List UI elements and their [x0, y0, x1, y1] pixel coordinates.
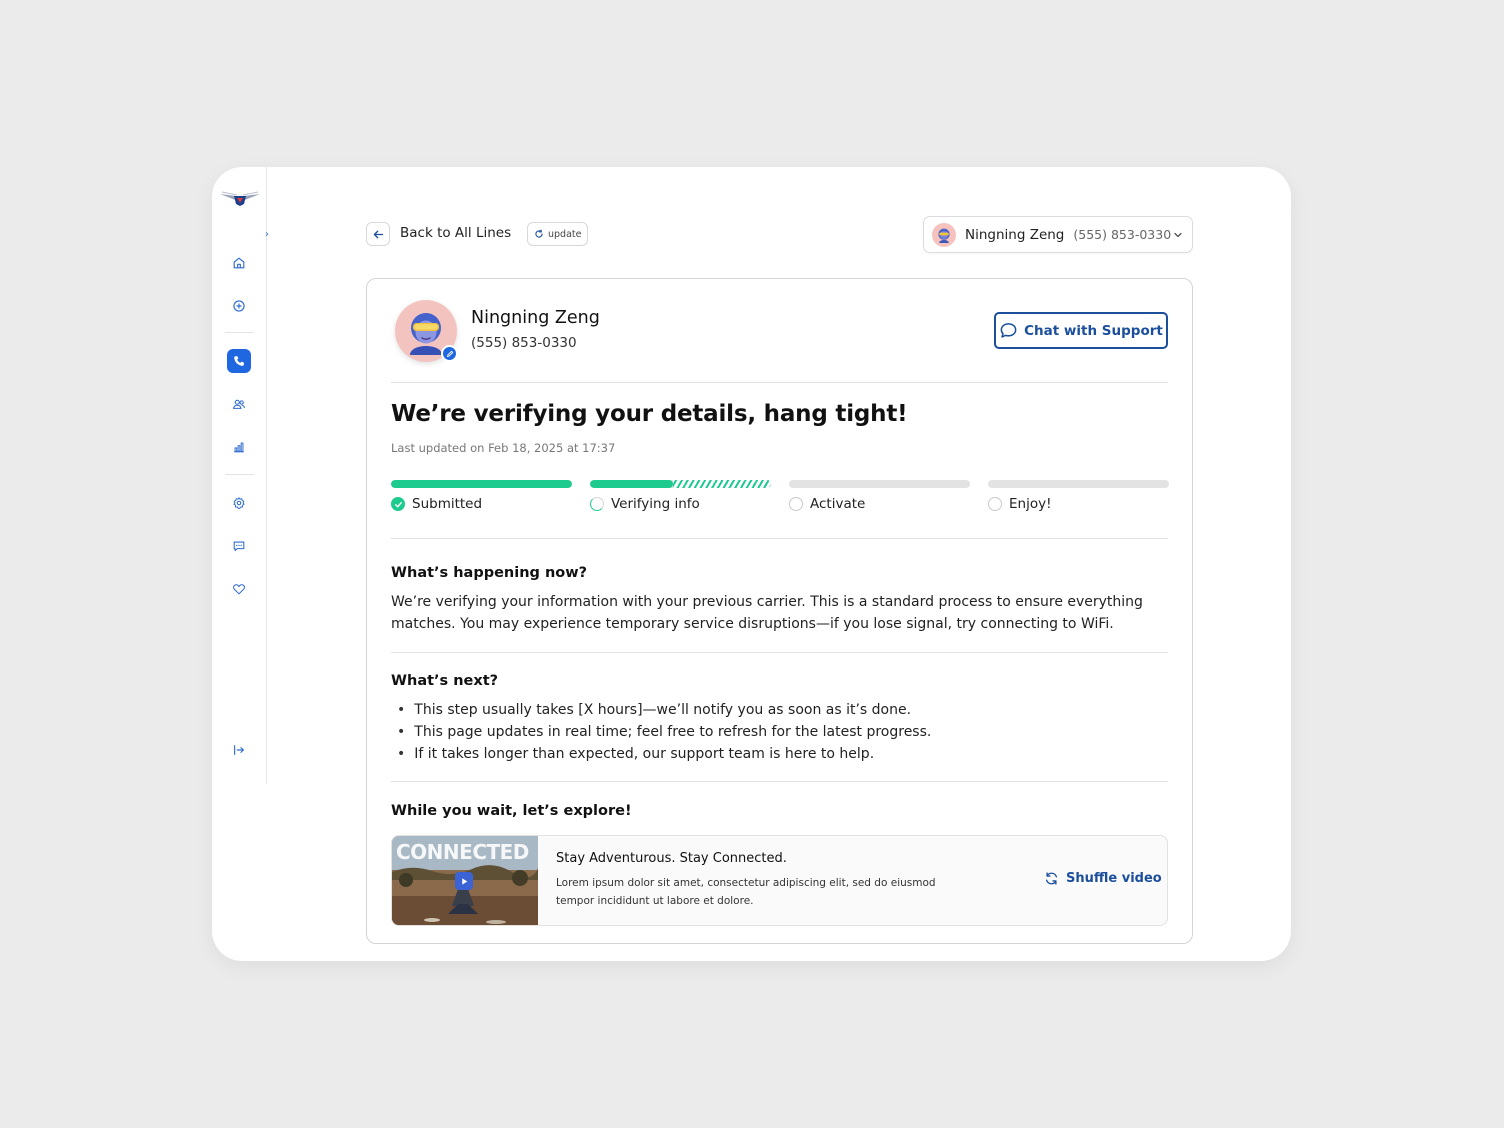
chevron-right-icon[interactable]: › [260, 228, 274, 242]
step-label: Verifying info [611, 496, 700, 512]
sidebar-item-messages[interactable] [227, 534, 251, 558]
check-circle-icon [391, 497, 405, 511]
thumbnail-title: CONNECTED [396, 840, 529, 864]
step-progress-bar [391, 480, 572, 488]
sidebar-divider [225, 332, 254, 333]
list-item: If it takes longer than expected, our su… [397, 743, 931, 765]
chat-with-support-label: Chat with Support [1024, 322, 1163, 339]
progress-pending-hatch [673, 480, 771, 488]
progress-fill [391, 480, 572, 488]
account-phone: (555) 853-0330 [1073, 227, 1172, 242]
shuffle-video-button[interactable]: Shuffle video [1044, 871, 1162, 886]
update-button[interactable]: update [527, 222, 589, 246]
sidebar-item-settings[interactable] [227, 491, 251, 515]
gear-icon [233, 497, 245, 509]
app-window: › Back to All Lines update Ningning Zeng… [212, 167, 1291, 961]
sidebar-item-people[interactable] [227, 392, 251, 416]
sidebar-item-home[interactable] [227, 251, 251, 275]
memoji-avatar-icon [938, 228, 950, 243]
happening-description: We’re verifying your information with yo… [391, 594, 1143, 632]
avatar [932, 222, 956, 247]
last-updated-timestamp: Last updated on Feb 18, 2025 at 17:37 [391, 441, 616, 455]
memoji-avatar-icon [410, 313, 442, 355]
empty-circle-icon [789, 497, 803, 511]
play-icon[interactable] [455, 872, 473, 890]
step-activate: Activate [789, 480, 970, 512]
sidebar-item-favorites[interactable] [227, 577, 251, 601]
step-verifying-info: Verifying info [590, 480, 771, 512]
sidebar-item-lines[interactable] [227, 349, 251, 373]
shuffle-video-label: Shuffle video [1066, 871, 1162, 886]
logout-icon [234, 745, 244, 755]
video-card: CONNECTED Stay Adventurous. Stay Connect… [391, 835, 1168, 926]
divider [391, 382, 1168, 383]
step-progress-bar [988, 480, 1169, 488]
section-title-explore: While you wait, let’s explore! [391, 803, 632, 819]
next-steps-list: This step usually takes [X hours]—we’ll … [397, 699, 931, 765]
status-card: Ningning Zeng (555) 853-0330 Chat with S… [366, 278, 1193, 944]
back-button[interactable] [366, 222, 390, 246]
sidebar-item-usage[interactable] [227, 435, 251, 459]
section-title-happening: What’s happening now? [391, 565, 588, 581]
plus-circle-icon [233, 300, 245, 312]
profile-phone: (555) 853-0330 [471, 335, 577, 351]
heart-icon [233, 584, 245, 595]
video-description: Lorem ipsum dolor sit amet, consectetur … [556, 877, 936, 907]
video-thumbnail[interactable]: CONNECTED [392, 836, 538, 925]
list-item: This page updates in real time; feel fre… [397, 721, 931, 743]
step-progress-bar [590, 480, 771, 488]
divider [391, 652, 1168, 653]
refresh-icon [535, 229, 543, 238]
back-to-all-lines-link[interactable]: Back to All Lines [400, 225, 511, 241]
step-label: Enjoy! [1009, 496, 1052, 512]
sidebar-item-add[interactable] [227, 294, 251, 318]
users-icon [232, 399, 245, 409]
divider [391, 781, 1168, 782]
winged-logo[interactable] [219, 189, 261, 207]
arrow-left-icon [373, 230, 383, 238]
shuffle-icon [1045, 872, 1058, 885]
list-item: This step usually takes [X hours]—we’ll … [397, 699, 931, 721]
divider [391, 538, 1168, 539]
sidebar-item-logout[interactable] [227, 738, 251, 762]
page-title: We’re verifying your details, hang tight… [391, 401, 908, 427]
account-selector[interactable]: Ningning Zeng (555) 853-0330 [923, 216, 1193, 253]
progress-fill [590, 480, 674, 488]
profile-name: Ningning Zeng [471, 308, 600, 328]
account-name: Ningning Zeng [965, 226, 1065, 243]
video-title: Stay Adventurous. Stay Connected. [556, 851, 787, 866]
pencil-icon [446, 350, 453, 357]
bar-chart-icon [234, 442, 244, 453]
step-submitted: Submitted [391, 480, 572, 512]
step-enjoy: Enjoy! [988, 480, 1169, 512]
step-label: Activate [810, 496, 866, 512]
section-title-next: What’s next? [391, 673, 499, 689]
empty-circle-icon [988, 497, 1002, 511]
chevron-down-icon [1174, 232, 1182, 237]
chat-bubble-icon [1000, 323, 1017, 338]
chat-icon [233, 541, 245, 552]
sidebar-divider [225, 474, 254, 475]
chat-with-support-button[interactable]: Chat with Support [994, 312, 1168, 349]
update-label: update [548, 228, 582, 240]
sidebar: › [212, 167, 269, 784]
phone-icon [234, 356, 244, 366]
step-progress-bar [789, 480, 970, 488]
home-icon [233, 257, 245, 269]
loading-spinner-icon [590, 497, 604, 511]
step-label: Submitted [412, 496, 483, 512]
edit-avatar-button[interactable] [441, 345, 458, 362]
